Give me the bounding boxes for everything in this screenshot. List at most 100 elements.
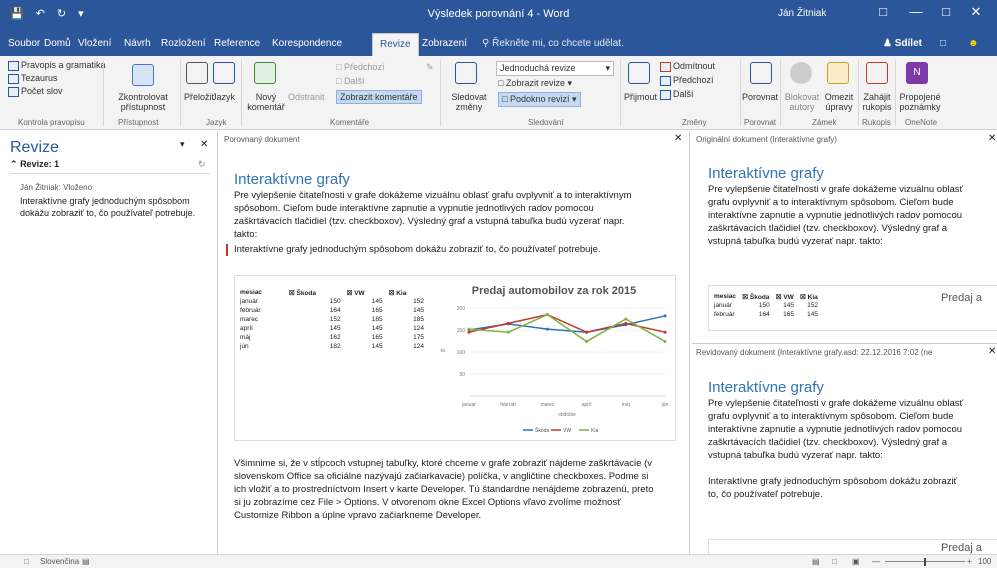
user-name[interactable]: Ján Žitniak [778, 8, 826, 19]
ink-comment-icon[interactable]: ✎ [426, 62, 434, 73]
minimize-icon[interactable]: — [905, 4, 927, 19]
tab-file[interactable]: Soubor [8, 38, 40, 49]
divider [10, 173, 210, 174]
macro-icon[interactable]: ▤ [82, 557, 90, 566]
compared-paragraph-1[interactable]: Pre vylepšenie čitateľnosti v grafe doká… [234, 189, 649, 241]
tab-references[interactable]: Reference [214, 38, 260, 49]
y-tick-label: 150 [457, 328, 466, 334]
table-cell: február [714, 311, 735, 318]
data-table: mesiac ☒ Škoda ☒ VW ☒ Kia január 150 145 15… [237, 288, 427, 351]
smiley-icon[interactable]: ☻ [968, 38, 979, 49]
language-status[interactable]: Slovenčina [40, 557, 79, 566]
x-tick-label: marec [540, 402, 554, 408]
ribbon-display-icon[interactable]: □ [872, 4, 894, 19]
refresh-icon[interactable]: ↻ [198, 159, 206, 170]
revised-embedded-excel[interactable]: Predaj a [708, 539, 997, 554]
pane-splitter[interactable] [692, 343, 997, 344]
read-mode-icon[interactable]: ▤ [812, 557, 820, 566]
table-cell: 145 [783, 302, 795, 309]
reject-button[interactable]: Odmítnout [660, 61, 715, 72]
previous-comment-label: Předchozí [343, 62, 385, 72]
pane-close-icon[interactable]: ✕ [200, 139, 208, 150]
close-original-icon[interactable]: ✕ [988, 133, 996, 144]
tab-layout[interactable]: Rozložení [161, 38, 205, 49]
close-icon[interactable]: ✕ [965, 4, 987, 20]
compared-document-pane: Porovnaný dokument ✕ Interaktívne grafy … [220, 131, 690, 554]
line-chart[interactable]: Predaj automobilov za rok 2015 50 100 150 20… [433, 278, 675, 438]
maximize-icon[interactable]: □ [935, 4, 957, 19]
revision-text[interactable]: Interaktívne grafy jednoduchým spôsobom … [20, 195, 200, 219]
tell-me-search[interactable]: ⚲ Řekněte mi, co chcete udělat. [482, 38, 624, 49]
new-comment-button[interactable]: Nový komentář [246, 92, 286, 112]
close-revised-icon[interactable]: ✕ [988, 346, 996, 357]
spelling-button[interactable]: Pravopis a gramatika [8, 60, 106, 71]
pane-options-icon[interactable]: ▾ [180, 139, 185, 150]
close-compared-icon[interactable]: ✕ [674, 133, 682, 144]
restrict-editing-button[interactable]: Omezit úpravy [823, 92, 855, 112]
share-button[interactable]: ♟ Sdílet [883, 38, 922, 49]
revised-paragraph[interactable]: Pre vylepšenie čitateľnosti v grafe doká… [708, 397, 968, 462]
linked-notes-button[interactable]: Propojené poznámky [898, 92, 942, 112]
table-cell: 152 [329, 316, 341, 323]
zoom-thumb[interactable] [924, 558, 926, 566]
track-changes-button[interactable]: Sledovat změny [446, 92, 492, 112]
compared-inserted-text[interactable]: Interaktívne grafy jednoduchým spôsobom … [234, 243, 674, 256]
block-authors-button[interactable]: Blokovat autory [782, 92, 822, 112]
previous-change-label: Předchozí [673, 75, 714, 85]
show-markup-button[interactable]: □ Zobrazit revize ▾ [498, 78, 572, 89]
compared-paragraph-2[interactable]: Všimnime si, že v stĺpcoch vstupnej tabu… [234, 457, 654, 522]
thesaurus-button[interactable]: Tezaurus [8, 73, 58, 84]
tab-mailings[interactable]: Korespondence [272, 38, 342, 49]
check-accessibility-button[interactable]: Zkontrolovat přístupnost [108, 92, 178, 112]
accept-button[interactable]: Přijmout [624, 92, 657, 102]
table-cell: 164 [329, 307, 341, 314]
group-tracking-label: Sledování [528, 118, 564, 127]
word-count-button[interactable]: Počet slov [8, 86, 63, 97]
original-embedded-excel[interactable]: mesiac ☒ Škoda ☒ VW ☒ Kia január 150 145 152 f… [708, 285, 997, 331]
data-point [585, 339, 589, 343]
comment-icon[interactable]: □ [940, 38, 946, 49]
legend-entry: VW [563, 428, 571, 434]
table-header[interactable]: ☒ VW [344, 288, 386, 297]
start-inking-button[interactable]: Zahájit rukopis [860, 92, 894, 112]
table-row: január 150 145 152 [711, 301, 821, 310]
revisions-count[interactable]: ⌃ Revize: 1 [10, 159, 59, 170]
table-header[interactable]: ☒ Škoda [286, 288, 344, 297]
compared-heading[interactable]: Interaktívne grafy [234, 171, 350, 188]
tab-home[interactable]: Domů [44, 38, 71, 49]
original-paragraph[interactable]: Pre vylepšenie čitateľnosti v grafe doká… [708, 183, 968, 248]
zoom-level[interactable]: 100 [978, 557, 991, 566]
web-layout-icon[interactable]: ▣ [852, 557, 860, 566]
delete-comment-button[interactable]: Odstranit [288, 92, 325, 102]
reviewing-pane-button[interactable]: □ Podokno revizí ▾ [498, 92, 581, 107]
revised-inserted-text[interactable]: Interaktívne grafy jednoduchým spôsobom … [708, 475, 968, 501]
tab-view[interactable]: Zobrazení [422, 38, 467, 49]
next-change-icon [660, 89, 671, 100]
zoom-out-icon[interactable]: — [872, 557, 880, 566]
embedded-excel[interactable]: mesiac ☒ Škoda ☒ VW ☒ Kia január 150 145 15… [234, 275, 676, 441]
previous-change-button[interactable]: Předchozí [660, 75, 714, 86]
next-change-button[interactable]: Další [660, 89, 694, 100]
tab-insert[interactable]: Vložení [78, 38, 111, 49]
previous-comment-button[interactable]: □ Předchozí [336, 62, 384, 72]
show-comments-button[interactable]: Zobrazit komentáře [336, 90, 422, 104]
table-header: ☒ Škoda [742, 293, 770, 301]
table-header[interactable]: ☒ Kia [386, 288, 427, 297]
table-cell: jún [240, 343, 249, 350]
markup-display-select[interactable]: Jednoduchá revize ▾ [496, 61, 614, 76]
revised-heading[interactable]: Interaktívne grafy [708, 379, 824, 396]
translate-button[interactable]: Přeložit [184, 92, 214, 102]
print-layout-icon[interactable]: □ [832, 557, 837, 566]
previous-change-icon [660, 75, 671, 86]
next-comment-button[interactable]: □ Další [336, 76, 364, 86]
compare-button[interactable]: Porovnat [742, 92, 778, 102]
tab-review[interactable]: Revize [372, 33, 419, 56]
tab-design[interactable]: Návrh [124, 38, 151, 49]
original-heading[interactable]: Interaktívne grafy [708, 165, 824, 182]
proofing-status-icon[interactable]: □ [24, 557, 29, 566]
change-bar [226, 244, 228, 256]
language-button[interactable]: Jazyk [212, 92, 235, 102]
group-changes-label: Změny [682, 118, 707, 127]
collapse-icon: ⌃ [10, 159, 18, 169]
zoom-in-icon[interactable]: + [967, 557, 972, 566]
